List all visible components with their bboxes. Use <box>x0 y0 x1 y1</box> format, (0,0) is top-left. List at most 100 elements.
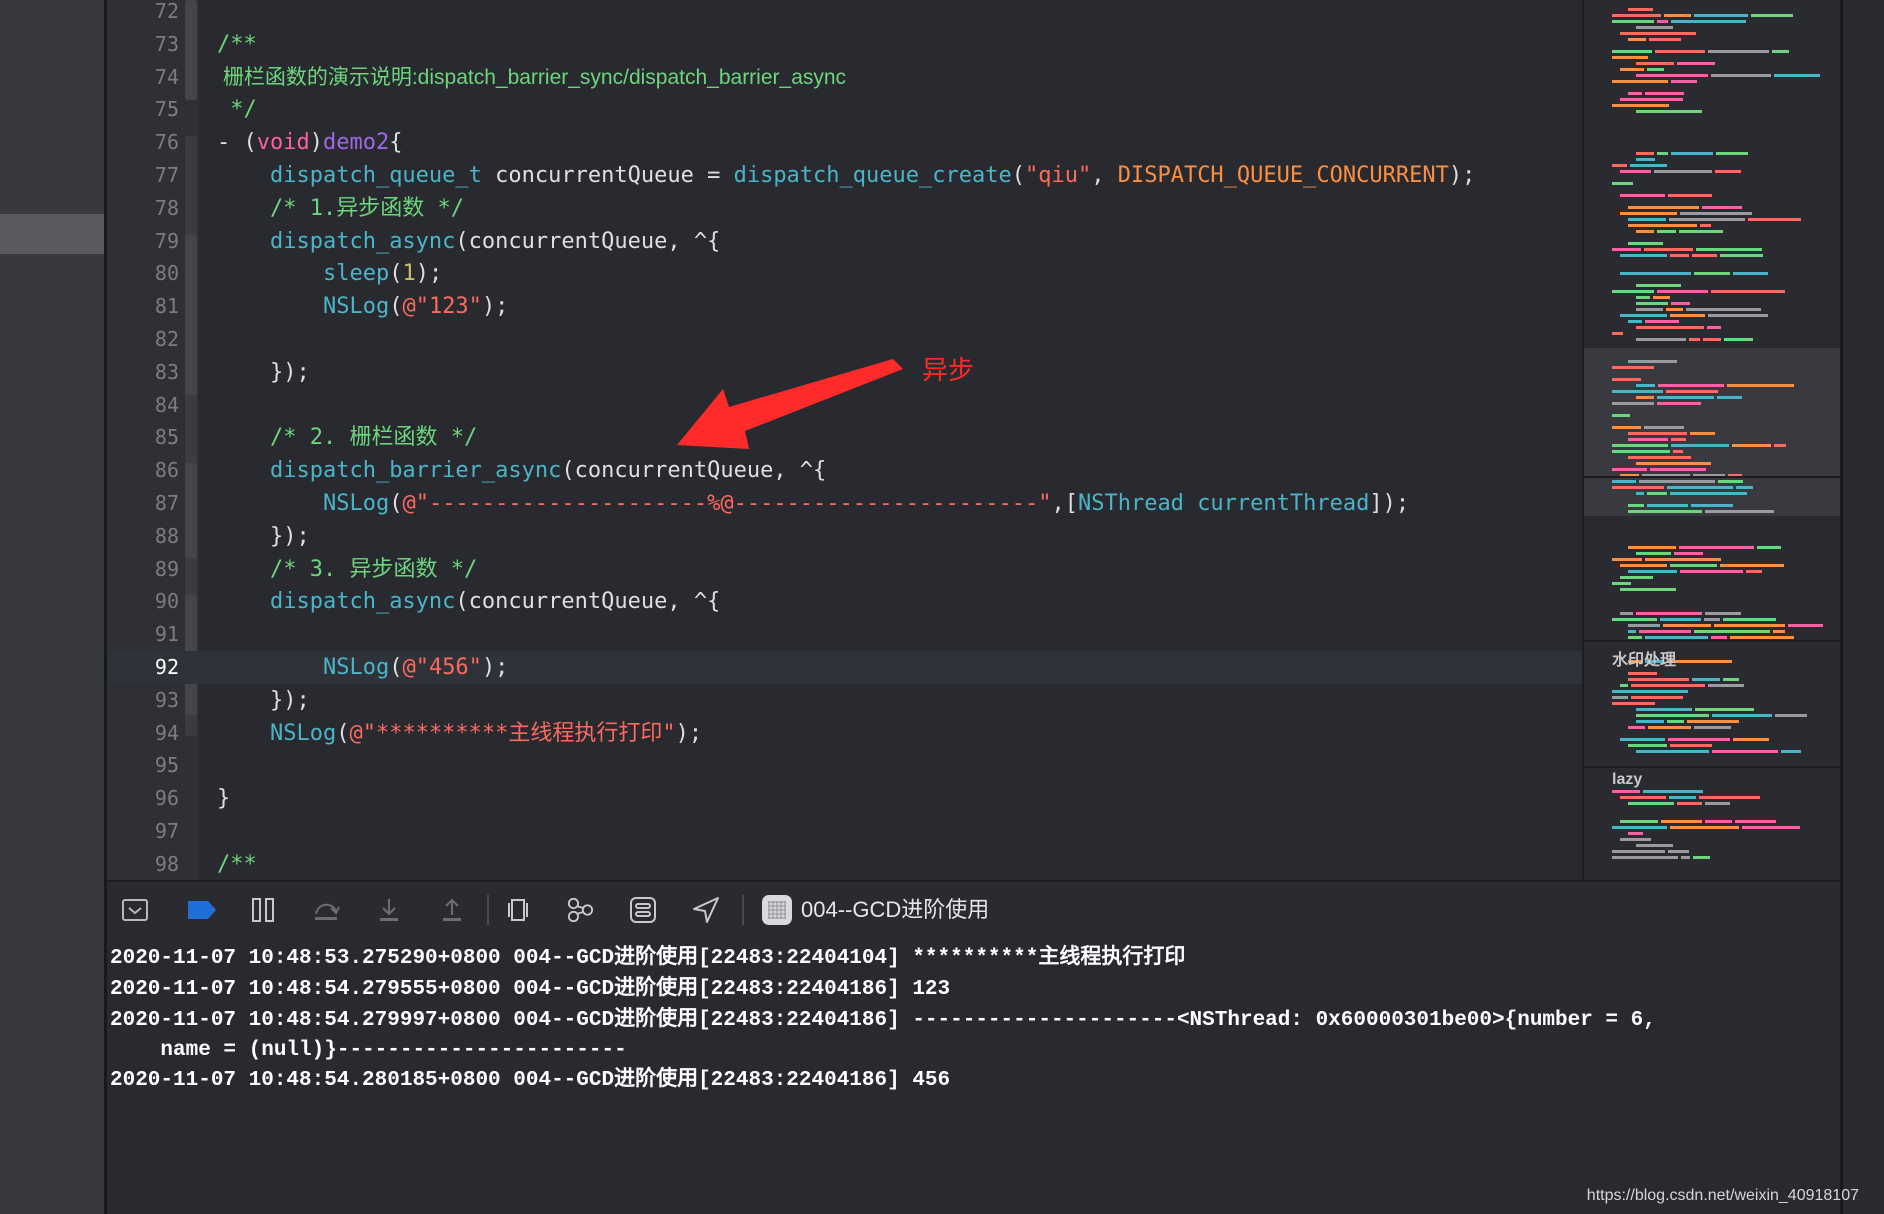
code-line[interactable]: 94 NSLog(@"**********主线程执行打印"); <box>107 717 1582 750</box>
minimap-stroke <box>1669 796 1696 799</box>
minimap-stroke <box>1628 546 1676 549</box>
simulate-location-icon[interactable] <box>692 896 720 924</box>
minimap-stroke <box>1679 546 1754 549</box>
line-number: 89 <box>154 556 179 581</box>
minimap[interactable]: 水印处理 lazy <box>1582 0 1842 880</box>
minimap-stroke <box>1670 314 1705 317</box>
code-line[interactable]: 77 dispatch_queue_t concurrentQueue = di… <box>107 159 1582 192</box>
minimap-stroke <box>1671 438 1686 441</box>
minimap-stroke <box>1666 308 1683 311</box>
minimap-stroke <box>1670 744 1712 747</box>
minimap-stroke <box>1612 182 1633 185</box>
code-token: dispatch_async <box>269 228 456 254</box>
minimap-stroke <box>1631 684 1705 687</box>
code-token: NSLog <box>322 655 390 680</box>
code-line[interactable]: 74 栅栏函数的演示说明:dispatch_barrier_sync/dispa… <box>107 61 1582 94</box>
minimap-stroke <box>1620 98 1683 101</box>
code-token: }); <box>217 523 310 549</box>
minimap-stroke <box>1644 248 1693 251</box>
red-arrow-icon <box>677 359 903 449</box>
navigator-panel-edge <box>0 0 104 1214</box>
line-number: 97 <box>154 819 179 843</box>
code-token: ( <box>1011 163 1025 188</box>
code-token: dispatch_queue_create <box>733 163 1012 188</box>
code-token: ( <box>336 720 350 746</box>
console-output[interactable]: 2020-11-07 10:48:53.275290+0800 004--GCD… <box>107 938 1840 1214</box>
breakpoints-toggle-icon[interactable] <box>185 896 219 924</box>
step-into-icon[interactable] <box>375 896 403 924</box>
app-target-icon[interactable] <box>762 895 792 925</box>
code-line[interactable]: 80 sleep(1); <box>107 257 1582 290</box>
minimap-stroke <box>1612 856 1678 859</box>
step-out-icon[interactable] <box>438 896 466 924</box>
minimap-stroke <box>1692 678 1720 681</box>
step-over-icon[interactable] <box>312 896 340 924</box>
debug-view-hierarchy-icon[interactable] <box>504 896 532 924</box>
minimap-stroke <box>1612 378 1641 381</box>
minimap-stroke <box>1612 402 1654 405</box>
minimap-mark-watermark[interactable]: 水印处理 <box>1612 646 1676 670</box>
code-line[interactable]: 78 /* 1.异步函数 */ <box>107 192 1582 225</box>
line-number: 93 <box>154 687 179 712</box>
minimap-stroke <box>1775 714 1807 717</box>
minimap-stroke <box>1620 684 1628 687</box>
code-line[interactable]: 98 /** <box>107 848 1582 880</box>
minimap-stroke <box>1628 224 1697 227</box>
minimap-stroke <box>1636 720 1664 723</box>
minimap-stroke <box>1657 290 1708 293</box>
hide-debug-area-icon[interactable] <box>121 896 149 924</box>
minimap-stroke <box>1700 224 1711 227</box>
minimap-stroke <box>1628 802 1674 805</box>
code-line[interactable]: 91 <box>107 618 1582 651</box>
console-line: 2020-11-07 10:48:53.275290+0800 004--GCD… <box>110 947 1186 970</box>
environment-overrides-icon[interactable] <box>629 896 657 924</box>
minimap-stroke <box>1636 296 1650 299</box>
navigator-selected-row[interactable] <box>0 214 104 254</box>
code-line[interactable]: 97 <box>107 815 1582 848</box>
code-text: */ <box>217 93 257 126</box>
line-number: 96 <box>154 786 179 811</box>
minimap-stroke <box>1636 308 1663 311</box>
minimap-stroke <box>1636 110 1702 113</box>
code-token: dispatch_async <box>269 589 456 615</box>
code-line[interactable]: 92 NSLog(@"456"); <box>107 651 1582 684</box>
minimap-stroke <box>1612 414 1630 417</box>
code-line[interactable]: 89 /* 3. 异步函数 */ <box>107 553 1582 586</box>
memory-graph-icon[interactable] <box>566 896 594 924</box>
console-line: 2020-11-07 10:48:54.280185+0800 004--GCD… <box>110 1069 951 1092</box>
code-line[interactable]: 75 */ <box>107 93 1582 126</box>
code-line[interactable]: 88 }); <box>107 520 1582 553</box>
code-line[interactable]: 72 <box>107 0 1582 28</box>
minimap-stroke <box>1636 230 1654 233</box>
code-line[interactable]: 73 /** <box>107 28 1582 61</box>
minimap-stroke <box>1711 636 1727 639</box>
minimap-stroke <box>1612 14 1661 17</box>
code-line[interactable]: 93 }); <box>107 684 1582 717</box>
minimap-stroke <box>1716 152 1748 155</box>
process-name-label[interactable]: 004--GCD进阶使用 <box>801 895 989 925</box>
minimap-stroke <box>1628 624 1660 627</box>
pause-continue-icon[interactable] <box>249 896 277 924</box>
code-line[interactable]: 90 dispatch_async(concurrentQueue, ^{ <box>107 585 1582 618</box>
minimap-stroke <box>1645 636 1708 639</box>
minimap-stroke <box>1781 750 1801 753</box>
minimap-stroke <box>1680 570 1743 573</box>
minimap-stroke <box>1620 838 1651 841</box>
minimap-mark-lazy[interactable]: lazy <box>1612 771 1642 789</box>
source-editor[interactable]: 72 73 /** 74 栅栏函数的演示说明:dispatch_barrier_syn… <box>107 0 1582 880</box>
code-line[interactable]: 87 NSLog(@"---------------------%@------… <box>107 487 1582 520</box>
line-number: 91 <box>154 622 179 647</box>
code-line[interactable]: 96} <box>107 782 1582 815</box>
toolbar-separator <box>742 895 744 925</box>
line-number: 80 <box>154 261 179 286</box>
code-line[interactable]: 79 dispatch_async(concurrentQueue, ^{ <box>107 225 1582 258</box>
code-line[interactable]: 81 NSLog(@"123"); <box>107 290 1582 323</box>
code-line[interactable]: 76 - (void)demo2{ <box>107 126 1582 159</box>
minimap-stroke <box>1671 152 1713 155</box>
minimap-stroke <box>1772 50 1789 53</box>
minimap-stroke <box>1712 750 1778 753</box>
code-line[interactable]: 95 <box>107 749 1582 782</box>
